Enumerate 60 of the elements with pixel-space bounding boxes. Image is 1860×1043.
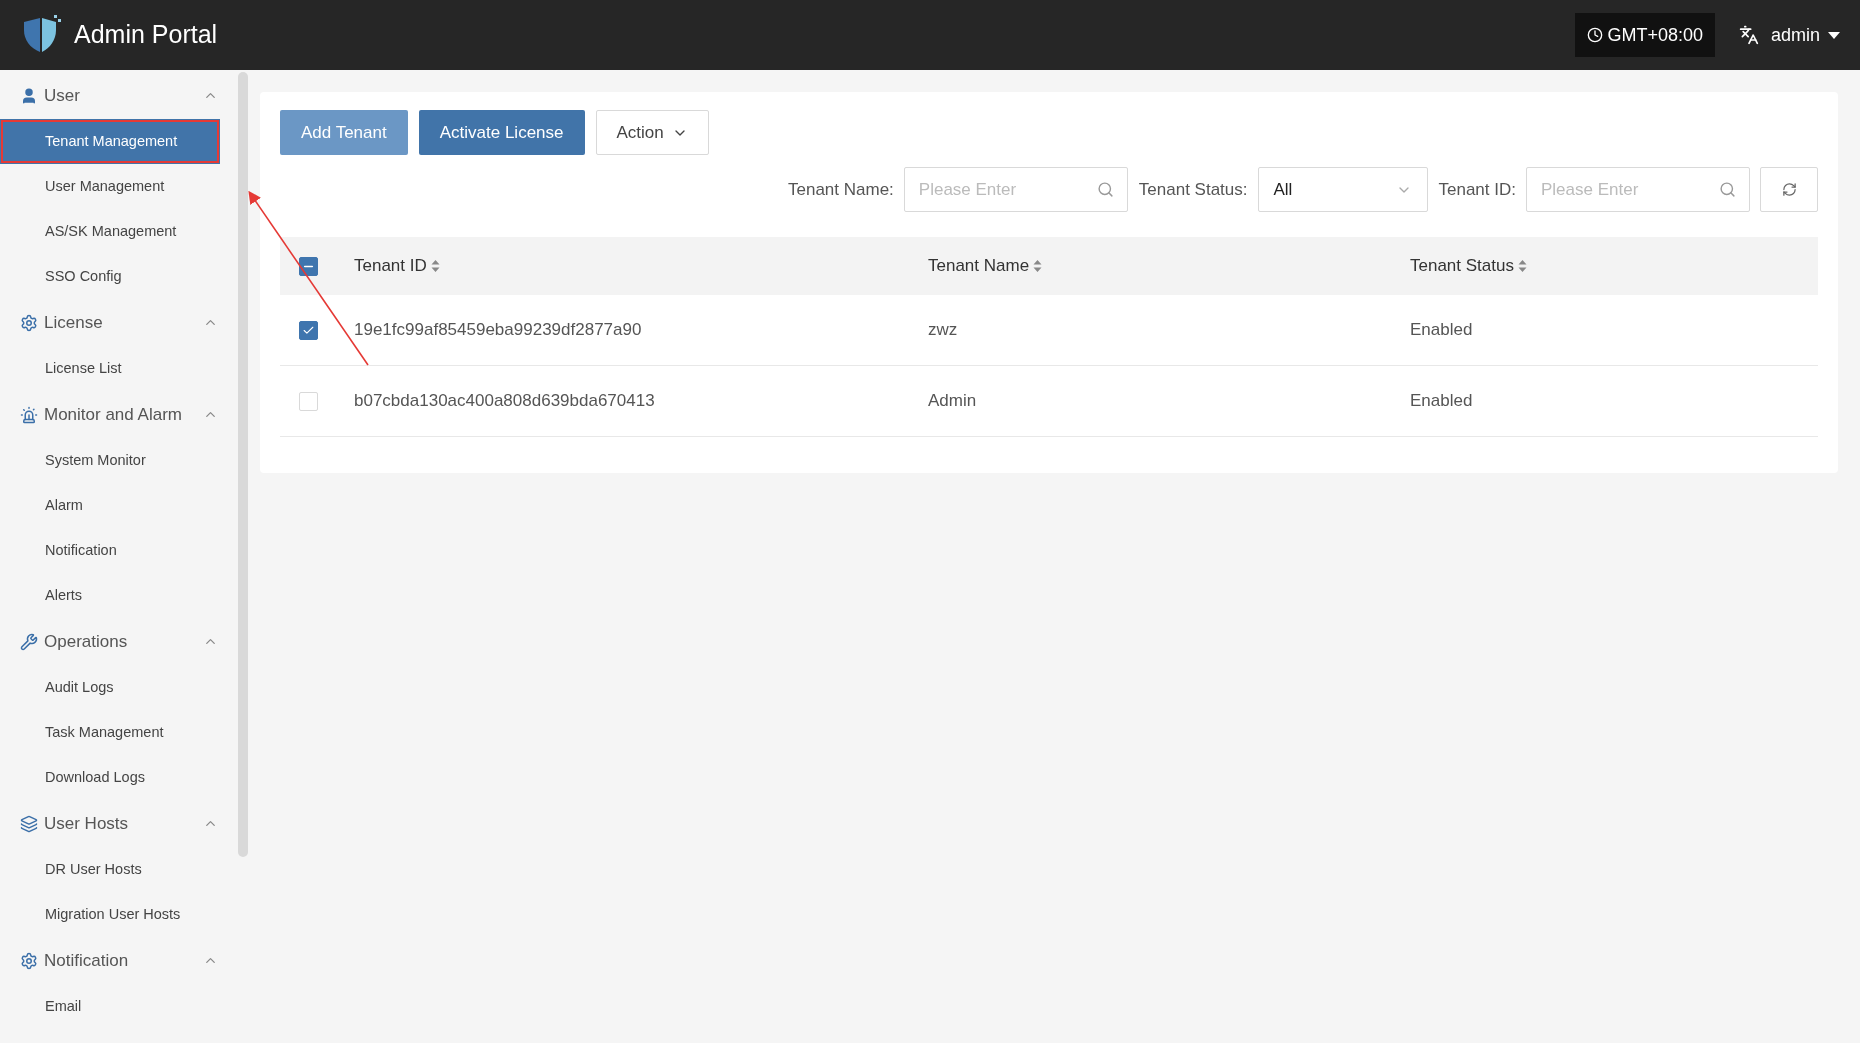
sidebar-item[interactable]: Download Logs — [0, 755, 238, 800]
sidebar-group[interactable]: Operations — [0, 618, 238, 665]
table-cell: b07cbda130ac400a808d639bda670413 — [354, 391, 655, 411]
clock-icon — [1587, 27, 1604, 43]
filter-label: Tenant Status: — [1138, 178, 1248, 201]
sort-icon — [430, 259, 440, 273]
action-dropdown[interactable]: Action — [595, 110, 709, 155]
settings-icon — [20, 951, 38, 970]
sidebar-item[interactable]: Alarm — [0, 483, 238, 528]
sidebar-item[interactable]: SSO Config — [0, 254, 238, 299]
table-cell: Admin — [928, 391, 977, 411]
user-menu[interactable]: admin — [1770, 21, 1840, 49]
sidebar-group[interactable]: License — [0, 299, 238, 346]
sidebar-item[interactable]: Alerts — [0, 573, 238, 618]
toolbar-button[interactable]: Activate License — [418, 110, 585, 155]
sidebar-item[interactable]: Task Management — [0, 710, 238, 755]
sidebar-item[interactable]: License List — [0, 346, 238, 391]
sidebar-item[interactable]: Notification — [0, 528, 238, 573]
table-cell: zwz — [928, 320, 958, 340]
sidebar-group[interactable]: User Hosts — [0, 800, 238, 847]
layers-icon — [20, 814, 38, 833]
search-icon — [1719, 181, 1736, 198]
sidebar-item[interactable]: System Monitor — [0, 438, 238, 483]
language-icon[interactable] — [1738, 25, 1759, 45]
app-title: Admin Portal — [74, 19, 218, 51]
sort-icon — [1517, 259, 1527, 273]
timezone-badge[interactable]: GMT+08:00 — [1575, 13, 1715, 57]
sidebar-item[interactable]: Tenant Management — [0, 119, 220, 164]
column-header[interactable]: Tenant Status — [1410, 253, 1527, 279]
status-select[interactable]: All — [1257, 167, 1428, 212]
scrollbar-thumb[interactable] — [238, 72, 248, 857]
table-cell: 19e1fc99af85459eba99239df2877a90 — [354, 320, 642, 340]
search-field[interactable]: Please Enter — [1526, 167, 1750, 212]
sidebar-item[interactable]: AS/SK Management — [0, 209, 238, 254]
checkbox[interactable] — [299, 320, 318, 340]
sidebar-item[interactable]: Audit Logs — [0, 665, 238, 710]
sidebar-item[interactable]: DR User Hosts — [0, 847, 238, 892]
sidebar-group[interactable]: User — [0, 72, 238, 119]
search-icon — [1096, 181, 1114, 198]
filter-label: Tenant ID: — [1438, 178, 1516, 201]
table-row[interactable]: b07cbda130ac400a808d639bda670413 Admin Enabled — [280, 366, 1818, 437]
table-cell: Enabled — [1410, 391, 1473, 411]
column-header[interactable]: Tenant ID — [354, 253, 440, 279]
table-cell: Enabled — [1410, 320, 1473, 340]
sidebar-group[interactable]: Notification — [0, 937, 238, 984]
checkbox[interactable] — [299, 256, 318, 276]
sort-icon — [1033, 259, 1043, 273]
table-row[interactable]: 19e1fc99af85459eba99239df2877a90 zwz Enabled — [280, 295, 1818, 366]
gear-icon — [20, 313, 38, 332]
filter-label: Tenant Name: — [787, 178, 894, 201]
user-icon — [20, 86, 38, 105]
sidebar-item[interactable]: User Management — [0, 164, 238, 209]
refresh-icon — [1781, 182, 1797, 197]
search-field[interactable]: Please Enter — [903, 167, 1128, 212]
wrench-icon — [20, 632, 38, 651]
column-header[interactable]: Tenant Name — [928, 253, 1043, 279]
sidebar-item[interactable]: Email — [0, 984, 238, 1029]
alarm-light-icon — [20, 405, 38, 424]
sidebar-item[interactable]: Migration User Hosts — [0, 892, 238, 937]
sidebar-group[interactable]: Monitor and Alarm — [0, 391, 238, 438]
